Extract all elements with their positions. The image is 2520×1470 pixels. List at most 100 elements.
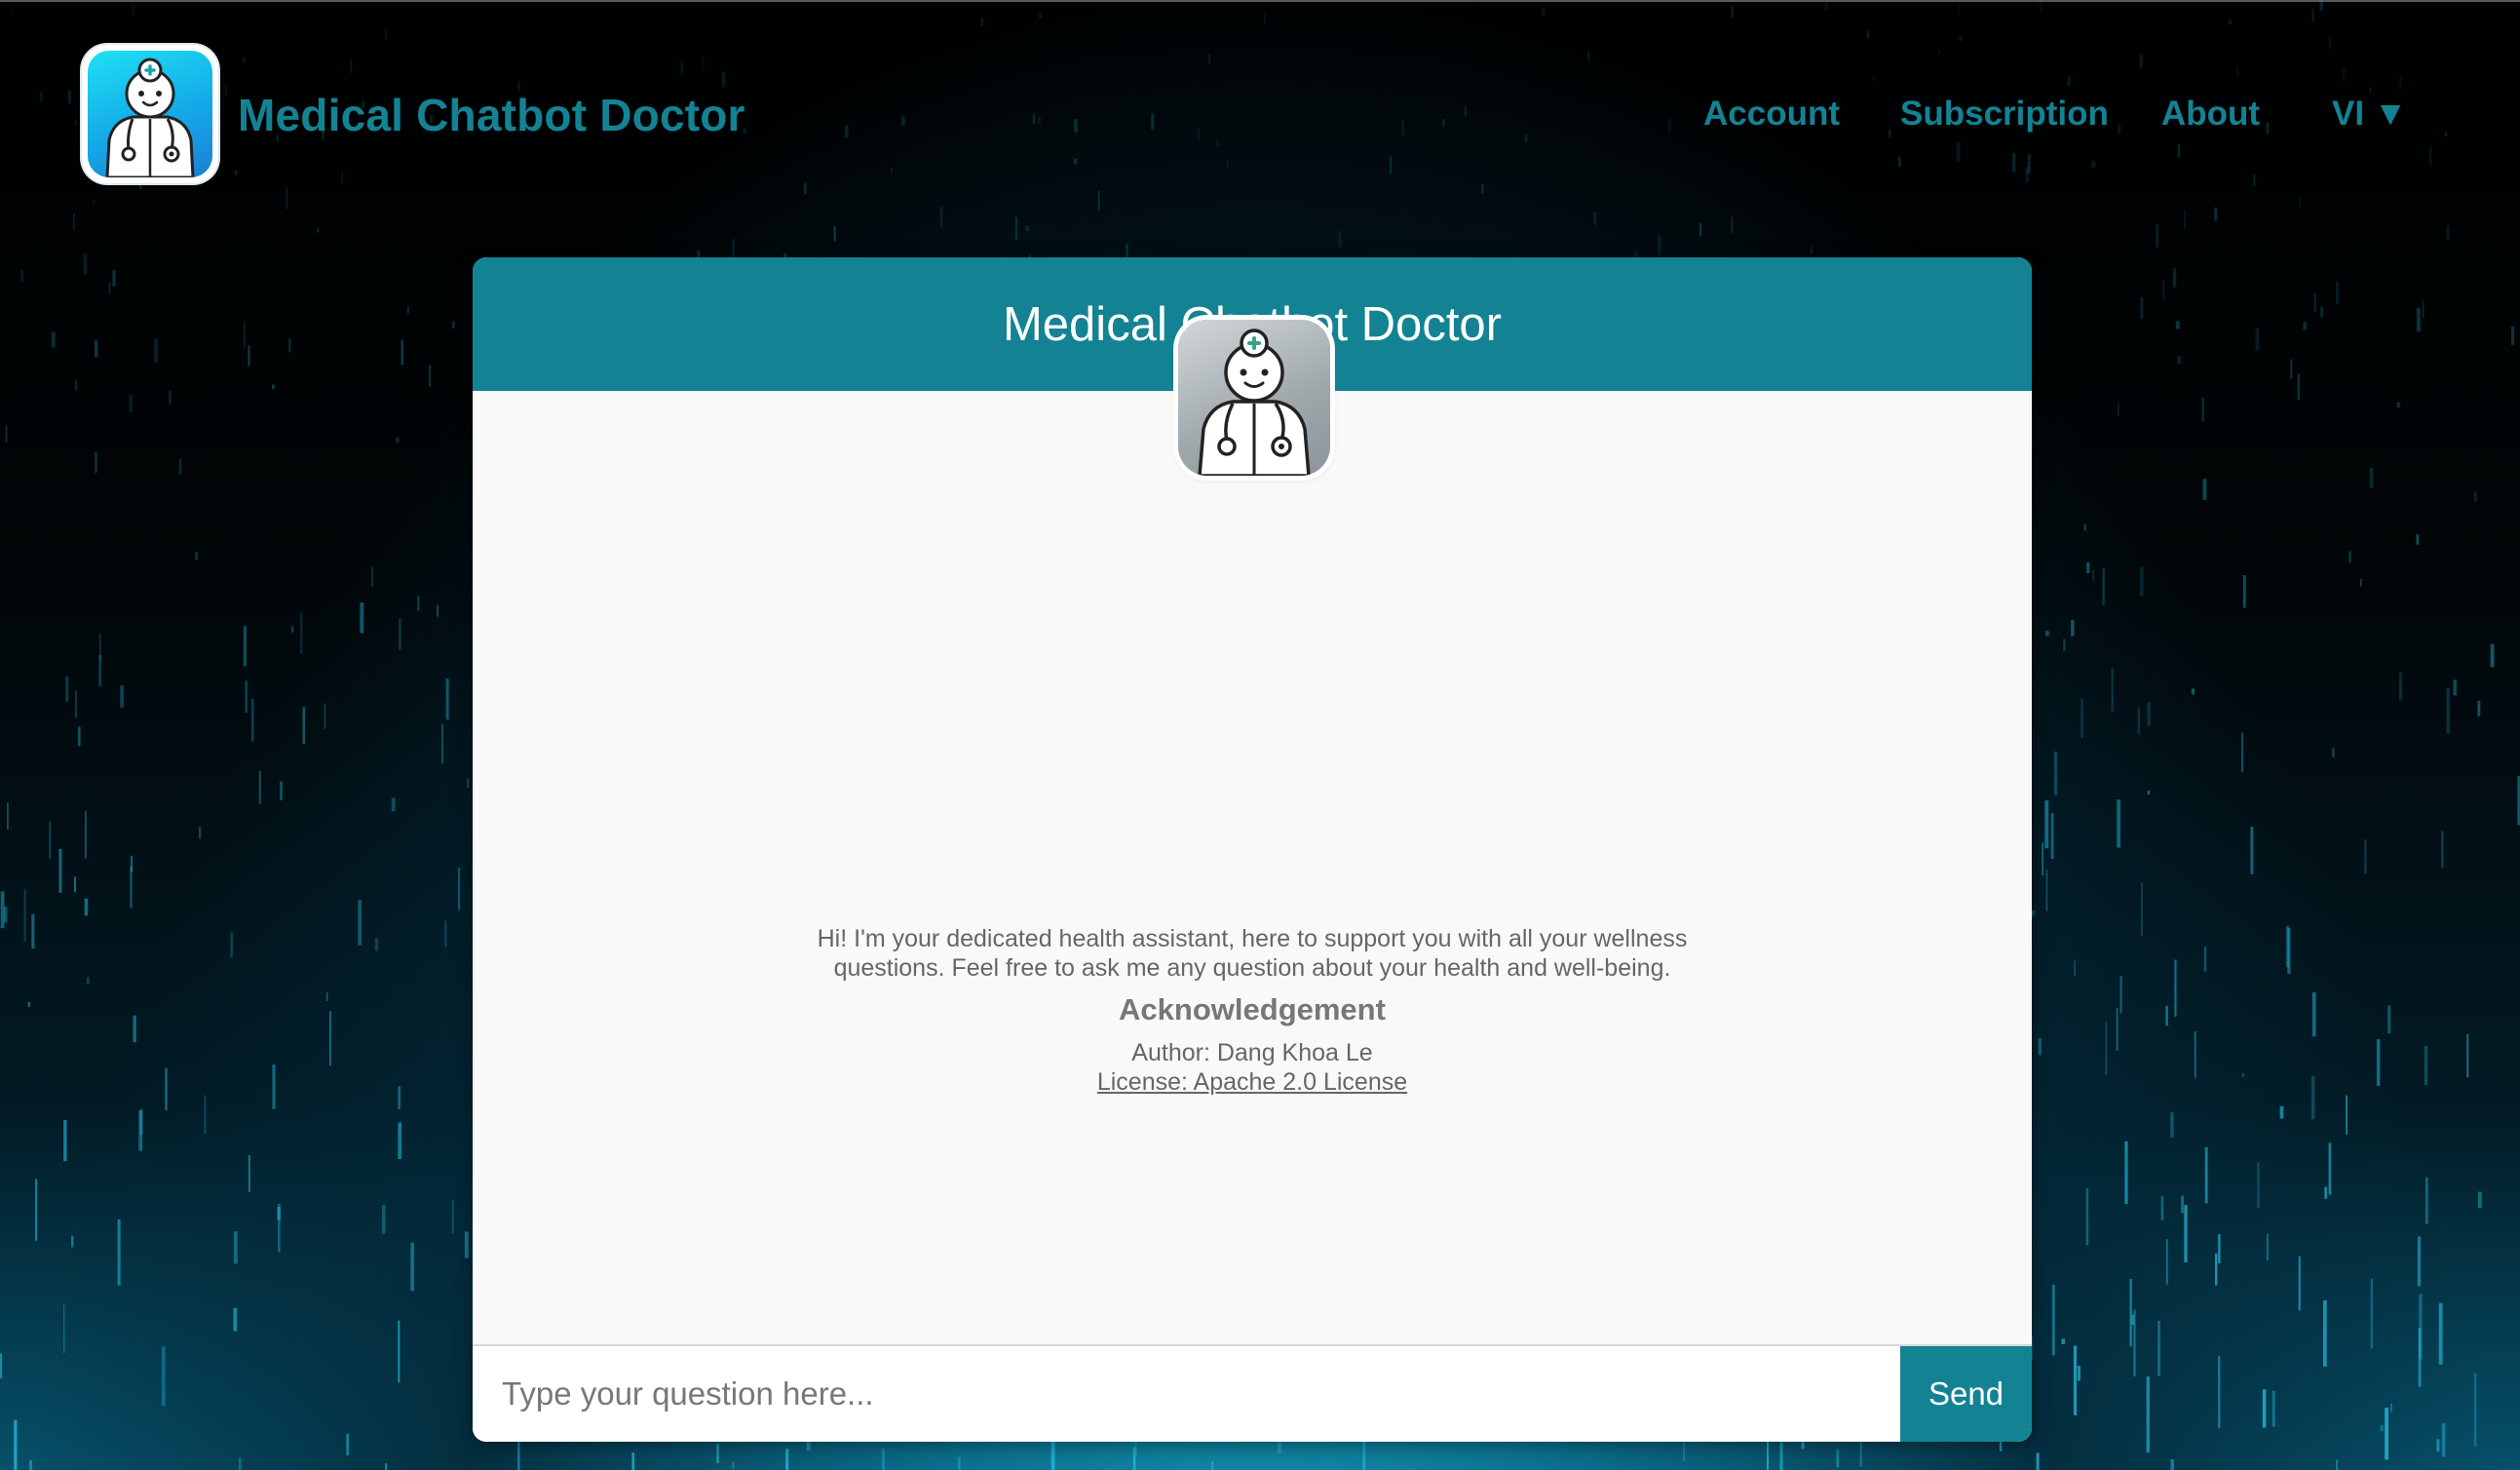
rain-streak <box>2348 551 2351 563</box>
rain-streak <box>2257 1162 2260 1209</box>
rain-streak <box>2194 1030 2196 1078</box>
question-input[interactable] <box>473 1346 1900 1442</box>
rain-streak <box>2162 279 2165 300</box>
nav-account[interactable]: Account <box>1703 90 1840 138</box>
rain-streak <box>399 618 401 650</box>
rain-streak <box>458 867 461 910</box>
rain-streak <box>2147 702 2151 726</box>
rain-streak <box>2390 1403 2392 1412</box>
rain-streak <box>382 1205 386 1234</box>
license-link[interactable]: License: Apache 2.0 License <box>1097 1068 1407 1096</box>
rain-streak <box>2474 492 2477 502</box>
rain-streak <box>316 227 320 233</box>
rain-streak <box>272 1064 276 1109</box>
rain-streak <box>2175 321 2180 329</box>
rain-streak <box>406 306 409 314</box>
rain-streak <box>2279 1105 2284 1119</box>
rain-streak <box>161 1346 166 1407</box>
rain-streak <box>2038 1037 2042 1056</box>
rain-streak <box>2215 1254 2218 1286</box>
rain-streak <box>346 1433 349 1456</box>
rain-streak <box>51 331 56 348</box>
rain-streak <box>233 1307 238 1332</box>
rain-streak <box>2441 1422 2446 1457</box>
rain-streak <box>2250 827 2254 874</box>
rain-streak <box>2262 1389 2267 1428</box>
rain-streak <box>75 690 77 718</box>
rain-streak <box>2290 359 2293 379</box>
rain-streak <box>130 867 133 909</box>
rain-streak <box>2045 870 2048 911</box>
rain-streak <box>23 889 26 942</box>
rain-streak <box>2102 567 2105 605</box>
rain-streak <box>129 394 133 413</box>
rain-streak <box>2255 328 2260 351</box>
language-dropdown[interactable]: VI ▼ <box>2332 90 2407 138</box>
rain-streak <box>27 1001 31 1007</box>
rain-streak <box>2416 307 2421 331</box>
rain-streak <box>2332 748 2335 757</box>
rain-streak <box>165 1067 168 1111</box>
rain-streak <box>230 932 233 958</box>
rain-streak <box>2036 1452 2040 1470</box>
rain-streak <box>63 1120 67 1162</box>
rain-streak <box>2376 1039 2381 1087</box>
rain-streak <box>329 1011 331 1066</box>
rain-streak <box>2380 1424 2385 1432</box>
rain-streak <box>1658 235 1661 255</box>
rain-streak <box>154 338 159 364</box>
rain-streak <box>2396 402 2401 407</box>
rain-streak <box>280 781 283 800</box>
rain-streak <box>2157 1321 2160 1376</box>
rain-streak <box>87 977 90 985</box>
rain-streak <box>95 451 97 474</box>
rain-streak <box>120 685 125 708</box>
rain-streak <box>785 1449 789 1470</box>
rain-streak <box>2303 322 2308 330</box>
rain-streak <box>2124 1141 2128 1205</box>
rain-streak <box>31 913 35 949</box>
rain-streak <box>2417 1236 2422 1287</box>
rain-streak <box>452 321 455 329</box>
rain-streak <box>2490 643 2495 668</box>
rain-streak <box>85 810 87 859</box>
rain-streak <box>2466 1033 2469 1078</box>
rain-streak <box>2050 813 2054 859</box>
rain-streak <box>360 602 364 634</box>
nav-subscription[interactable]: Subscription <box>1900 90 2109 138</box>
rain-streak <box>243 321 246 349</box>
rain-streak <box>2201 398 2204 421</box>
rain-streak <box>204 1095 207 1135</box>
rain-streak <box>238 1457 242 1470</box>
rain-streak <box>2061 1338 2065 1344</box>
rain-streak <box>0 891 5 929</box>
rain-streak <box>2085 1188 2089 1246</box>
send-button[interactable]: Send <box>1900 1346 2032 1442</box>
rain-streak <box>2202 479 2207 500</box>
rain-streak <box>391 797 396 812</box>
rain-streak <box>2117 403 2119 416</box>
rain-streak <box>2218 1234 2221 1263</box>
rain-streak <box>2181 1195 2184 1214</box>
rain-streak <box>2204 1147 2208 1204</box>
rain-streak <box>2137 707 2141 735</box>
rain-streak <box>2170 1112 2174 1138</box>
rain-streak <box>2436 1439 2440 1452</box>
author-text: Author: Dang Khoa Le <box>1131 1039 1373 1066</box>
rain-streak <box>2073 1345 2078 1415</box>
rain-streak <box>2313 292 2316 313</box>
rain-streak <box>437 604 439 617</box>
rain-streak <box>1999 1441 2003 1451</box>
rain-streak <box>631 1452 635 1470</box>
rain-streak <box>2184 1205 2188 1262</box>
rain-streak <box>49 821 52 859</box>
rain-streak <box>2336 1459 2338 1470</box>
nav-about[interactable]: About <box>2161 90 2260 138</box>
rain-streak <box>2398 672 2403 701</box>
rain-streak <box>1634 251 1637 257</box>
rain-streak <box>2477 1191 2482 1208</box>
rain-streak <box>131 855 133 872</box>
rain-streak <box>1810 245 1813 254</box>
rain-streak <box>398 1086 401 1109</box>
rain-streak <box>2242 575 2246 608</box>
